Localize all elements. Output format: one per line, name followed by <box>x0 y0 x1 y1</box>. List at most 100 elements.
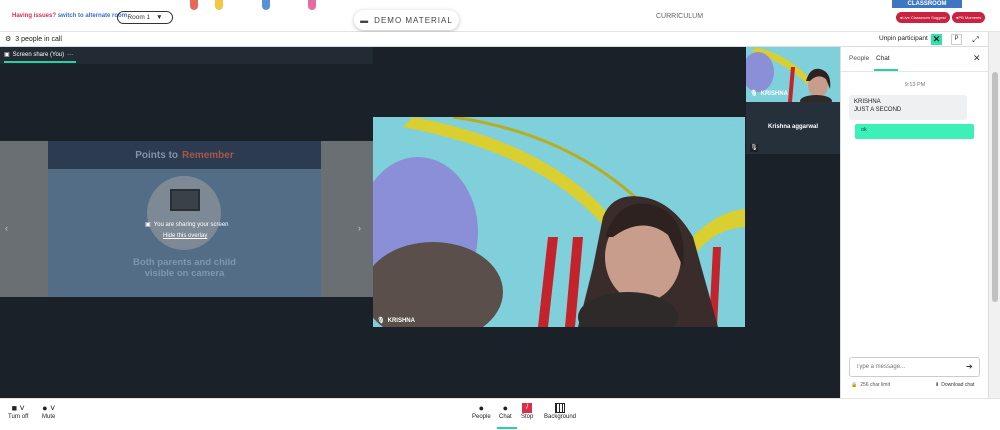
send-icon[interactable]: ➔ <box>966 362 973 371</box>
close-icon[interactable]: ✕ <box>973 53 981 64</box>
issues-text: Having issues? <box>12 13 57 19</box>
call-toolbar: ■ ˅ Turn off ● ˅ Mute ● People ● Chat / … <box>0 398 1000 430</box>
classroom-tab[interactable]: CLASSROOM <box>892 0 962 8</box>
video-options-icon[interactable]: ··· <box>730 123 736 129</box>
stop-label: Stop <box>521 414 534 420</box>
mute-label: Mute <box>42 414 56 420</box>
thumbnail-name: KRISHNA <box>760 90 788 97</box>
decor-shape-yellow <box>215 0 223 10</box>
sharing-overlay-message: ▣ You are sharing your screen <box>145 221 229 229</box>
scroll-thumb[interactable] <box>992 72 998 302</box>
page-scrollbar[interactable] <box>988 32 1000 398</box>
chat-panel: People Chat ✕ 9:13 PM KRISHNA JUST A SEC… <box>840 47 989 398</box>
slide-title-a: Points to <box>135 149 179 161</box>
video-frame <box>373 117 745 327</box>
screen-share-label: Screen share (You) <box>12 51 65 58</box>
char-limit-text: 256 char limit <box>860 382 890 388</box>
thumbnail-name-tag: 🎙 KRISHNA <box>750 90 788 98</box>
screen-share-tab[interactable]: ▣ Screen share (You) ··· <box>4 51 73 59</box>
unpin-participant-label: Unpin participant <box>879 35 928 42</box>
main-video-name-tag: 🎙 KRISHNA <box>377 317 415 325</box>
issues-notice: Having issues? switch to alternate room <box>12 13 127 19</box>
active-tool-indicator <box>497 427 517 429</box>
chat-timestamp: 9:13 PM <box>904 82 926 88</box>
top-bar: Having issues? switch to alternate room … <box>0 0 1000 32</box>
live-suggest-label: Live Classroom Suggest <box>902 15 946 20</box>
stop-share-button[interactable]: / Stop <box>521 403 533 420</box>
presentation-board-icon <box>170 189 200 211</box>
tab-chat[interactable]: Chat <box>876 55 890 62</box>
download-icon: ⬇ <box>935 382 940 388</box>
people-count: ⚙ 3 people in call <box>5 35 62 44</box>
chat-tabs: People Chat ✕ <box>841 47 989 72</box>
mic-icon: ● ˅ <box>42 403 56 413</box>
people-count-text: 3 people in call <box>15 35 62 43</box>
download-chat-link[interactable]: ⬇ Download chat <box>935 382 974 388</box>
download-chat-label: Download chat <box>941 382 975 388</box>
incoming-message: KRISHNA JUST A SECOND <box>849 95 967 120</box>
sharing-overlay-text: You are sharing your screen <box>153 221 229 228</box>
chat-label: Chat <box>499 414 512 420</box>
lock-icon: 🔒 <box>851 382 858 388</box>
chat-message-input[interactable] <box>849 357 980 377</box>
screen-icon: ▣ <box>145 222 151 228</box>
next-arrow-icon[interactable]: › <box>358 223 361 233</box>
mic-icon: 🎙 <box>750 144 758 152</box>
camera-icon: ■ ˅ <box>11 403 25 413</box>
call-header: ⚙ 3 people in call Unpin participant ✕ P… <box>0 32 988 47</box>
tab-people[interactable]: People <box>849 55 869 62</box>
slide-title-b: Remember <box>182 149 234 161</box>
participant-thumbnail[interactable]: Krishna aggarwal 🎙 <box>746 102 840 154</box>
slide-text-line-2: visible on camera <box>144 268 225 279</box>
unpin-close-icon[interactable]: ✕ <box>931 34 942 45</box>
pb-moments-button[interactable]: ● PB Moments <box>952 12 986 23</box>
decor-shape-blue <box>262 0 270 10</box>
slide-text-line-1: Both parents and child <box>133 257 236 268</box>
background-label: Background <box>544 414 577 420</box>
decor-shape-red <box>190 0 198 10</box>
turn-off-label: Turn off <box>8 414 29 420</box>
demo-material-button[interactable]: ▬ DEMO MATERIAL <box>354 10 459 30</box>
caret-down-icon: ▼ <box>156 14 163 21</box>
background-button[interactable]: Background <box>544 403 576 420</box>
char-limit: 🔒 256 char limit <box>851 382 890 388</box>
hide-overlay-link[interactable]: Hide this overlay <box>163 233 207 239</box>
mic-icon: 🎙 <box>377 318 385 324</box>
gear-icon[interactable]: ⚙ <box>5 35 11 43</box>
shared-slide: Points to Remember Both parents and chil… <box>48 141 321 297</box>
curriculum-link[interactable]: CURRICULUM <box>656 13 703 20</box>
decor-shape-pink <box>308 0 316 10</box>
camera-toggle-button[interactable]: ■ ˅ Turn off <box>8 403 28 420</box>
main-video-tile: 🎙 KRISHNA ··· <box>373 117 745 327</box>
prev-arrow-icon[interactable]: ‹ <box>5 223 8 233</box>
people-label: People <box>472 414 491 420</box>
p-button[interactable]: P <box>951 34 962 45</box>
more-icon[interactable]: ··· <box>67 52 73 58</box>
shared-slide-area: Points to Remember Both parents and chil… <box>0 141 373 297</box>
demo-material-label: DEMO MATERIAL <box>374 15 453 25</box>
mute-button[interactable]: ● ˅ Mute <box>42 403 55 420</box>
live-classroom-suggest-button[interactable]: ● Live Classroom Suggest <box>896 12 950 23</box>
screen-icon: ▣ <box>4 52 10 58</box>
background-icon <box>555 403 566 413</box>
stop-share-icon: / <box>522 403 533 413</box>
outgoing-message: ok <box>855 124 974 139</box>
expand-icon[interactable]: ⤢ <box>970 34 981 45</box>
room-label: Room 1 <box>127 14 151 21</box>
pb-moments-label: PB Moments <box>958 15 982 20</box>
active-tab-indicator <box>4 61 76 63</box>
chat-button[interactable]: ● Chat <box>499 403 512 420</box>
video-stage: ▣ Screen share (You) ··· Points to Remem… <box>0 47 840 398</box>
room-select[interactable]: Room 1 ▼ <box>117 11 173 24</box>
person-icon: ● <box>478 403 485 413</box>
participant-thumbnail[interactable]: 🎙 KRISHNA <box>746 47 840 102</box>
participant-name: Krishna aggarwal <box>767 124 818 130</box>
message-text: JUST A SECOND <box>854 107 902 113</box>
slide-title: Points to Remember <box>48 141 321 169</box>
people-button[interactable]: ● People <box>472 403 491 420</box>
screen-share-tabbar: ▣ Screen share (You) ··· <box>0 47 373 64</box>
slide-text: Both parents and child visible on camera <box>48 257 321 279</box>
main-video-name: KRISHNA <box>387 317 415 324</box>
chat-bubble-icon: ● <box>502 403 509 413</box>
folder-icon: ▬ <box>360 15 370 25</box>
